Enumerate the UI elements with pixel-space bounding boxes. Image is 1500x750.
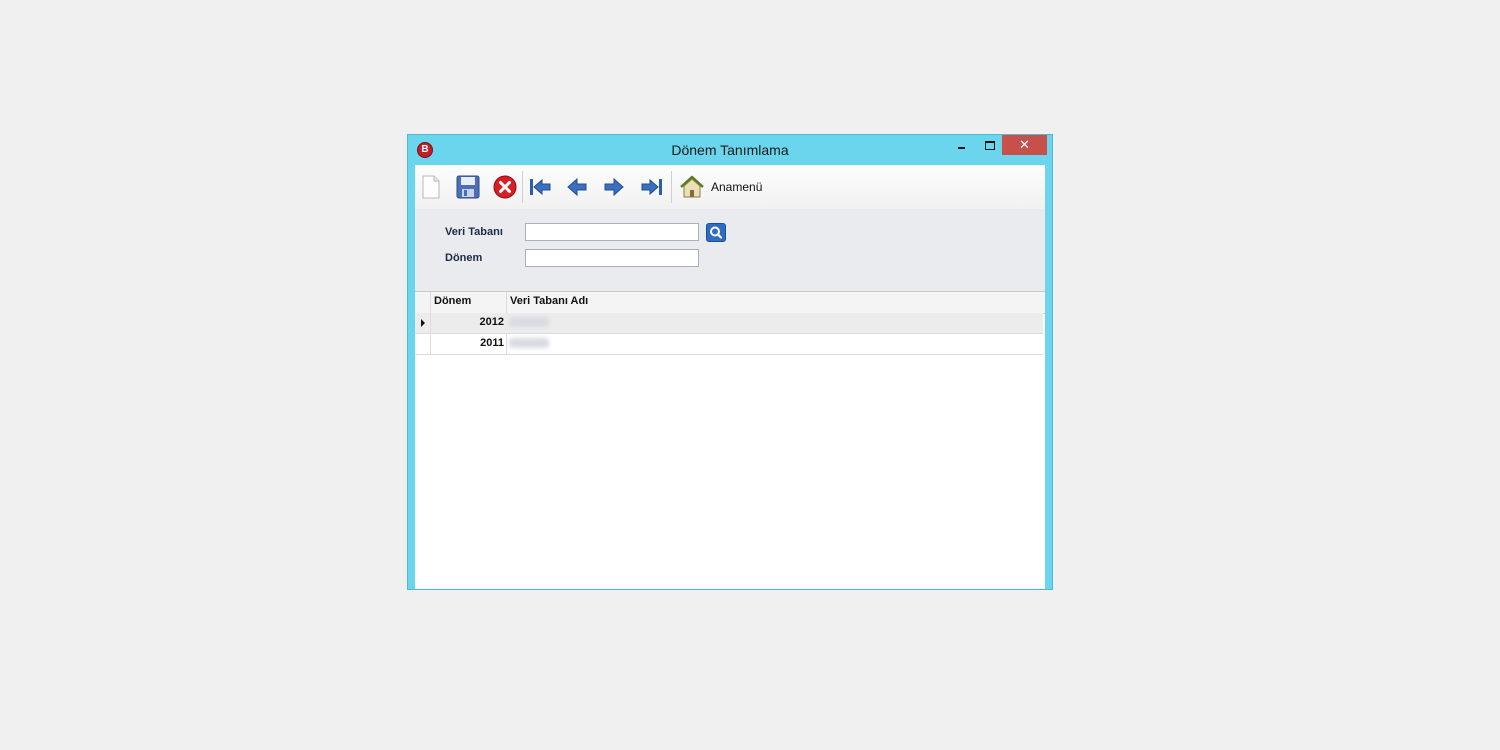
database-search-button[interactable]: [706, 223, 726, 242]
toolbar: Anamenü: [415, 165, 1045, 210]
database-label: Veri Tabanı: [445, 226, 503, 238]
new-document-icon[interactable]: [419, 175, 443, 199]
grid-header: Dönem Veri Tabanı Adı: [415, 292, 1045, 314]
save-icon[interactable]: [456, 175, 480, 199]
main-window: B Dönem Tanımlama ✕ Anamenü Veri Tabanı …: [407, 134, 1053, 590]
close-button[interactable]: ✕: [1002, 135, 1047, 155]
home-button-label[interactable]: Anamenü: [711, 180, 762, 194]
column-header-database-name[interactable]: Veri Tabanı Adı: [510, 295, 588, 307]
first-record-icon[interactable]: [528, 175, 552, 199]
period-label: Dönem: [445, 252, 483, 264]
database-input[interactable]: [525, 223, 699, 241]
previous-record-icon[interactable]: [565, 175, 589, 199]
search-icon: [710, 226, 723, 239]
row-indicator-icon: [415, 313, 431, 333]
row-indicator: [415, 334, 431, 354]
last-record-icon[interactable]: [640, 175, 664, 199]
filter-form: Veri Tabanı Dönem: [415, 209, 1045, 292]
database-name-cell[interactable]: [509, 317, 549, 327]
database-name-cell[interactable]: [509, 338, 549, 348]
period-cell[interactable]: 2011: [431, 337, 504, 349]
period-grid: Dönem Veri Tabanı Adı 2012 2011: [415, 291, 1045, 589]
column-header-period[interactable]: Dönem: [434, 295, 471, 307]
toolbar-separator: [671, 171, 672, 203]
period-cell[interactable]: 2012: [431, 316, 504, 328]
home-icon[interactable]: [679, 175, 704, 199]
title-bar[interactable]: B Dönem Tanımlama ✕: [408, 135, 1052, 165]
delete-icon[interactable]: [493, 175, 517, 199]
table-row[interactable]: 2011: [415, 334, 1043, 355]
period-input[interactable]: [525, 249, 699, 267]
maximize-button[interactable]: [978, 135, 1002, 155]
table-row[interactable]: 2012: [415, 313, 1043, 334]
toolbar-separator: [522, 171, 523, 203]
next-record-icon[interactable]: [602, 175, 626, 199]
minimize-button[interactable]: [950, 135, 974, 155]
